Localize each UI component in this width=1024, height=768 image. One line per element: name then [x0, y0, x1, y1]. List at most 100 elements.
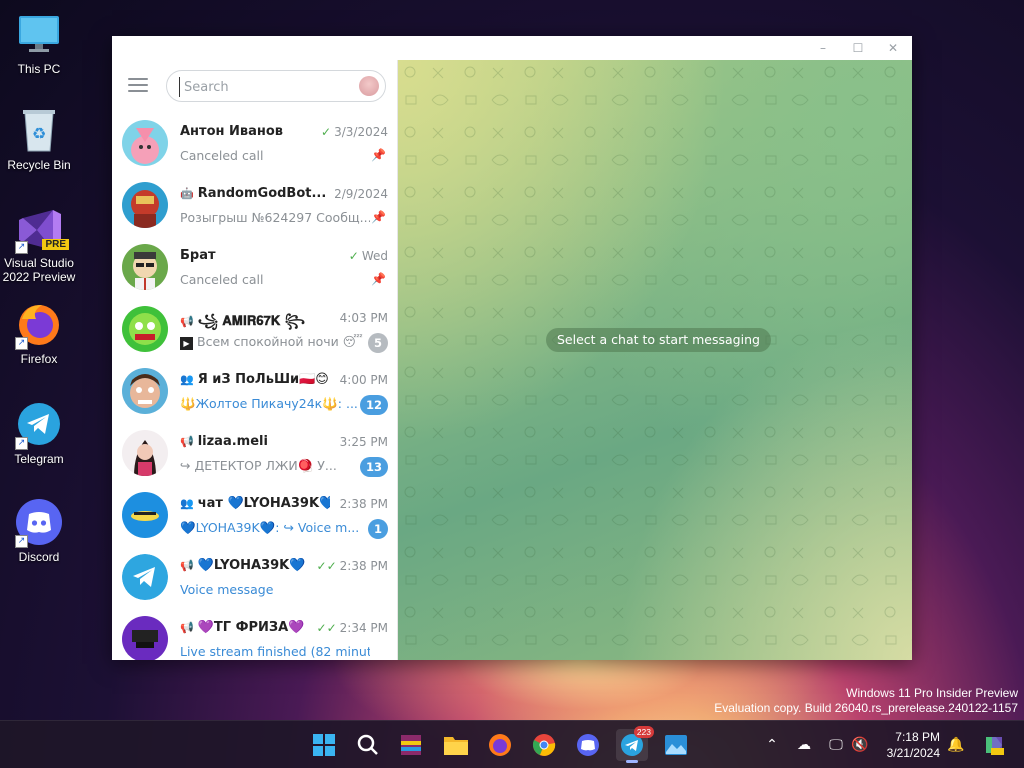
desktop-icon-firefox[interactable]: ↗ Firefox: [0, 300, 78, 366]
telegram-window: – ☐ ✕ Антон Иванов ✓3/3/2024 Canceled ca…: [112, 36, 912, 660]
monitor-icon: [15, 10, 63, 58]
telegram-icon[interactable]: 223: [616, 726, 654, 763]
channel-icon: 📢: [180, 621, 194, 634]
chat-wallpaper-pattern: [398, 60, 912, 660]
sidebar-header: [112, 60, 397, 112]
chat-name: 🤖 RandomGodBot...: [180, 186, 327, 201]
desktop-icon-telegram[interactable]: ↗ Telegram: [0, 400, 78, 466]
firefox-icon: ↗: [15, 300, 63, 350]
double-check-icon: ✓✓: [316, 559, 337, 573]
windows-watermark: Windows 11 Pro Insider Preview Evaluatio…: [714, 686, 1018, 715]
chat-preview: 🔱Жолтое Пикачу24к🔱: ...: [180, 396, 358, 411]
onedrive-offline-icon[interactable]: ☁: [794, 735, 814, 755]
title-bar[interactable]: – ☐ ✕: [112, 36, 912, 60]
active-indicator: [626, 760, 638, 763]
shortcut-arrow-icon: ↗: [15, 337, 28, 350]
telegram-icon: ↗: [15, 400, 63, 450]
chat-name: 👥 чат 💙LYOHA39K💙: [180, 496, 330, 511]
avatar: [122, 244, 168, 290]
desktop-icon-visual-studio[interactable]: PRE ↗ Visual Studio 2022 Preview: [0, 204, 78, 284]
chat-time: 2/9/2024: [334, 187, 388, 201]
file-explorer-icon[interactable]: [440, 729, 472, 761]
chat-time: 4:00 PM: [339, 373, 388, 387]
chat-item[interactable]: 📢 lizaa.meli 3:25 PM ↪ ДЕТЕКТОР ЛЖИ🪀 У...…: [112, 422, 397, 484]
winrar-icon[interactable]: [395, 729, 427, 761]
chat-name: 📢 lizaa.meli: [180, 434, 268, 449]
chat-item[interactable]: 📢 💜ТГ ФРИЗА💜 ✓✓ 2:34 PM Live stream finish…: [112, 608, 397, 660]
photos-icon[interactable]: [660, 729, 692, 761]
volume-muted-icon[interactable]: 🔇: [850, 735, 870, 755]
firefox-icon[interactable]: [484, 729, 516, 761]
desktop-icon-this-pc[interactable]: This PC: [0, 10, 78, 76]
chat-time: ✓ 3/3/2024: [321, 125, 388, 139]
discord-icon: ↗: [15, 498, 63, 548]
chat-item[interactable]: Антон Иванов ✓ 3/3/2024 Canceled call 📌: [112, 112, 397, 174]
avatar: [122, 492, 168, 538]
chat-preview: ▶ Всем спокойной ночи 😴: [180, 334, 363, 350]
show-hidden-icons-icon[interactable]: ⌃: [762, 735, 782, 755]
pin-icon: 📌: [371, 210, 386, 224]
chat-name: 👥 Я иЗ ПоЛьШи🇵🇱😊: [180, 372, 329, 387]
minimize-button[interactable]: –: [810, 39, 836, 57]
chat-time: 4:03 PM: [339, 311, 388, 325]
search-input[interactable]: [179, 77, 339, 97]
copilot-icon[interactable]: [982, 733, 1006, 757]
clock[interactable]: 7:18 PM 3/21/2024: [887, 729, 940, 761]
double-check-icon: ✓✓: [316, 621, 337, 635]
chat-item[interactable]: Брат ✓ Wed Canceled call 📌: [112, 236, 397, 298]
avatar: [122, 616, 168, 660]
group-icon: 👥: [180, 497, 194, 510]
network-icon[interactable]: 🖵: [826, 735, 846, 755]
story-avatar[interactable]: [359, 76, 379, 96]
group-icon: 👥: [180, 373, 194, 386]
chrome-icon[interactable]: [528, 729, 560, 761]
search-icon[interactable]: [352, 729, 384, 761]
avatar: [122, 430, 168, 476]
pre-badge: PRE: [42, 239, 69, 250]
read-check-icon: ✓: [321, 125, 332, 139]
close-button[interactable]: ✕: [880, 39, 906, 57]
video-icon: ▶: [180, 337, 193, 350]
desktop-icon-discord[interactable]: ↗ Discord: [0, 498, 78, 564]
empty-state-message: Select a chat to start messaging: [546, 328, 771, 352]
chat-preview: Canceled call: [180, 148, 264, 163]
shortcut-arrow-icon: ↗: [15, 437, 28, 450]
recycle-bin-icon: ♻: [15, 106, 63, 154]
search-box[interactable]: [166, 70, 386, 102]
chat-area: Select a chat to start messaging: [398, 60, 912, 660]
chat-name: Брат: [180, 248, 216, 263]
notification-bell-icon[interactable]: 🔔: [946, 735, 966, 755]
chat-time: 2:38 PM: [339, 497, 388, 511]
avatar: [122, 554, 168, 600]
pin-icon: 📌: [371, 148, 386, 162]
chat-preview: Canceled call: [180, 272, 264, 287]
chat-preview: Розыгрыш №624297 Сообщ...: [180, 210, 370, 225]
chat-name: 📢 💜ТГ ФРИЗА💜: [180, 620, 305, 635]
read-check-icon: ✓: [348, 249, 359, 263]
maximize-button[interactable]: ☐: [845, 39, 871, 57]
visual-studio-icon: PRE ↗: [15, 204, 69, 254]
discord-icon[interactable]: [572, 729, 604, 761]
channel-icon: 📢: [180, 315, 194, 328]
avatar: [122, 368, 168, 414]
chat-item[interactable]: 🤖 RandomGodBot... 2/9/2024 Розыгрыш №6242…: [112, 174, 397, 236]
chat-item[interactable]: 📢 ꧁ 𝐀𝐌𝐈𝐑𝟔𝟕𝐊 ꧂ 4:03 PM ▶ Всем спокойной ноч…: [112, 298, 397, 360]
chat-item[interactable]: 👥 Я иЗ ПоЛьШи🇵🇱😊 4:00 PM 🔱Жолтое Пикачу24…: [112, 360, 397, 422]
shortcut-arrow-icon: ↗: [15, 535, 28, 548]
chat-time: ✓ Wed: [348, 249, 388, 263]
bot-icon: 🤖: [180, 187, 194, 200]
start-icon[interactable]: [308, 729, 340, 761]
avatar: [122, 120, 168, 166]
menu-icon[interactable]: [128, 78, 148, 92]
chat-preview: 💙LYOHA39K💙: ↪ Voice m...: [180, 520, 360, 535]
chat-time: ✓✓ 2:34 PM: [316, 621, 388, 635]
chat-time: 3:25 PM: [339, 435, 388, 449]
desktop-icon-recycle-bin[interactable]: ♻ Recycle Bin: [0, 106, 78, 172]
chat-preview: Voice message: [180, 582, 274, 597]
unread-badge: 13: [359, 457, 388, 477]
chat-item[interactable]: 👥 чат 💙LYOHA39K💙 2:38 PM 💙LYOHA39K💙: ↪ Vo…: [112, 484, 397, 546]
chat-name: Антон Иванов: [180, 124, 284, 139]
unread-badge: 5: [367, 333, 388, 353]
avatar: [122, 182, 168, 228]
chat-item[interactable]: 📢 💙LYOHA39K💙 ✓✓ 2:38 PM Voice message: [112, 546, 397, 608]
